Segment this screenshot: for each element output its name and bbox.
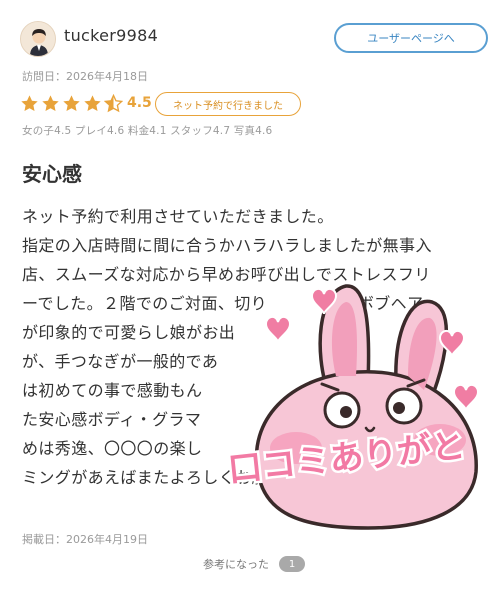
reservation-badge: ネット予約で行きました: [155, 92, 301, 116]
star-full-icon: [21, 95, 38, 112]
rabbit-thank-you-sticker: 口コミありがと: [224, 284, 480, 530]
star-half-icon: [104, 94, 123, 113]
username[interactable]: tucker9984: [64, 26, 158, 45]
review-line: ネット予約で利用させていただきました。: [22, 207, 334, 226]
posted-date: 掲載日：2026年4月19日: [22, 533, 148, 546]
rating-value: 4.5: [127, 95, 152, 111]
helpful-count-button[interactable]: 1: [279, 556, 305, 572]
visit-date: 訪問日：2026年4月18日: [22, 70, 148, 83]
star-full-icon: [84, 95, 101, 112]
star-full-icon: [63, 95, 80, 112]
helpful-section: 参考になった 1: [203, 556, 305, 572]
user-avatar[interactable]: [20, 21, 56, 57]
sub-scores: 女の子4.5 プレイ4.6 料金4.1 スタッフ4.7 写真4.6: [22, 125, 273, 137]
review-card: tucker9984 ユーザーページへ 訪問日：2026年4月18日 4.5 ネ…: [0, 0, 500, 590]
star-rating: [20, 94, 125, 113]
star-full-icon: [42, 95, 59, 112]
avatar-icon: [21, 22, 55, 56]
user-page-button[interactable]: ユーザーページへ: [334, 23, 488, 53]
review-line: 指定の入店時間に間に合うかハラハラしましたが無事入: [22, 236, 432, 255]
helpful-label: 参考になった: [203, 558, 269, 571]
review-title: 安心感: [22, 162, 82, 186]
